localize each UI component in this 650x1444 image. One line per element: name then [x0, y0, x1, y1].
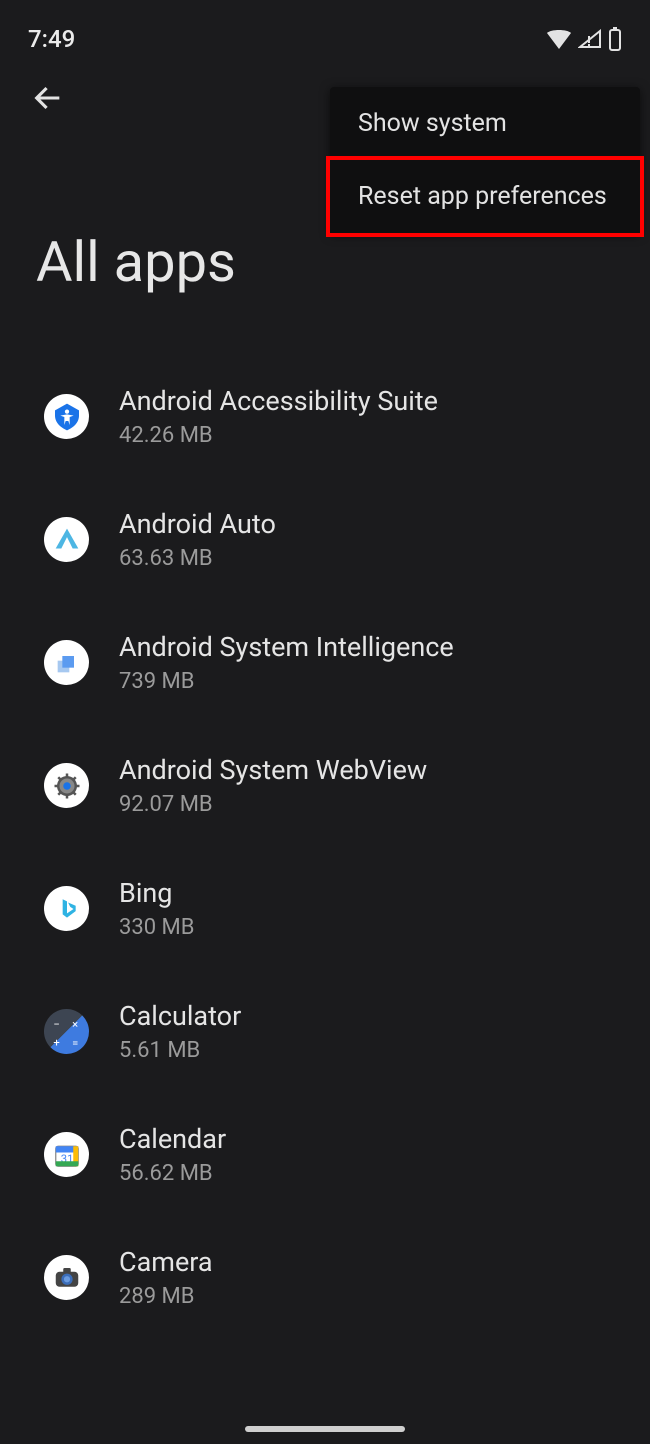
wifi-icon	[546, 29, 572, 49]
overflow-menu: Show system Reset app preferences	[330, 87, 640, 233]
list-item[interactable]: Bing 330 MB	[0, 847, 650, 970]
app-size: 289 MB	[119, 1284, 213, 1309]
list-item[interactable]: − × + = Calculator 5.61 MB	[0, 970, 650, 1093]
list-item[interactable]: Camera 289 MB	[0, 1216, 650, 1339]
signal-icon	[578, 29, 602, 49]
app-icon-calculator: − × + =	[44, 1009, 89, 1054]
list-item[interactable]: Android System Intelligence 739 MB	[0, 601, 650, 724]
app-icon-accessibility	[44, 394, 89, 439]
menu-reset-app-preferences[interactable]: Reset app preferences	[326, 156, 644, 237]
list-item[interactable]: Android Auto 63.63 MB	[0, 478, 650, 601]
status-icons	[546, 27, 622, 51]
back-button[interactable]	[28, 78, 68, 118]
status-time: 7:49	[28, 25, 75, 53]
app-name: Calendar	[119, 1123, 226, 1155]
arrow-left-icon	[31, 81, 65, 115]
app-name: Camera	[119, 1246, 213, 1278]
app-icon-android-auto	[44, 517, 89, 562]
svg-text:−: −	[53, 1018, 59, 1031]
app-name: Calculator	[119, 1000, 241, 1032]
app-name: Android System WebView	[119, 754, 427, 786]
menu-show-system[interactable]: Show system	[330, 87, 640, 160]
battery-icon	[608, 27, 622, 51]
app-list: Android Accessibility Suite 42.26 MB And…	[0, 295, 650, 1339]
app-size: 63.63 MB	[119, 546, 276, 571]
svg-text:×: ×	[72, 1018, 78, 1031]
app-size: 5.61 MB	[119, 1038, 241, 1063]
app-name: Bing	[119, 877, 194, 909]
app-icon-bing	[44, 886, 89, 931]
list-item[interactable]: Android Accessibility Suite 42.26 MB	[0, 355, 650, 478]
svg-text:=: =	[72, 1037, 78, 1050]
list-item[interactable]: Android System WebView 92.07 MB	[0, 724, 650, 847]
app-icon-calendar: 31	[44, 1132, 89, 1177]
svg-text:+: +	[53, 1037, 59, 1050]
app-name: Android Accessibility Suite	[119, 385, 438, 417]
nav-handle[interactable]	[245, 1426, 405, 1432]
app-size: 56.62 MB	[119, 1161, 226, 1186]
app-size: 330 MB	[119, 915, 194, 940]
app-name: Android Auto	[119, 508, 276, 540]
app-icon-system-intelligence	[44, 640, 89, 685]
app-size: 92.07 MB	[119, 792, 427, 817]
app-size: 42.26 MB	[119, 423, 438, 448]
list-item[interactable]: 31 Calendar 56.62 MB	[0, 1093, 650, 1216]
status-bar: 7:49	[0, 0, 650, 60]
app-size: 739 MB	[119, 669, 454, 694]
app-name: Android System Intelligence	[119, 631, 454, 663]
app-icon-camera	[44, 1255, 89, 1300]
app-icon-webview	[44, 763, 89, 808]
